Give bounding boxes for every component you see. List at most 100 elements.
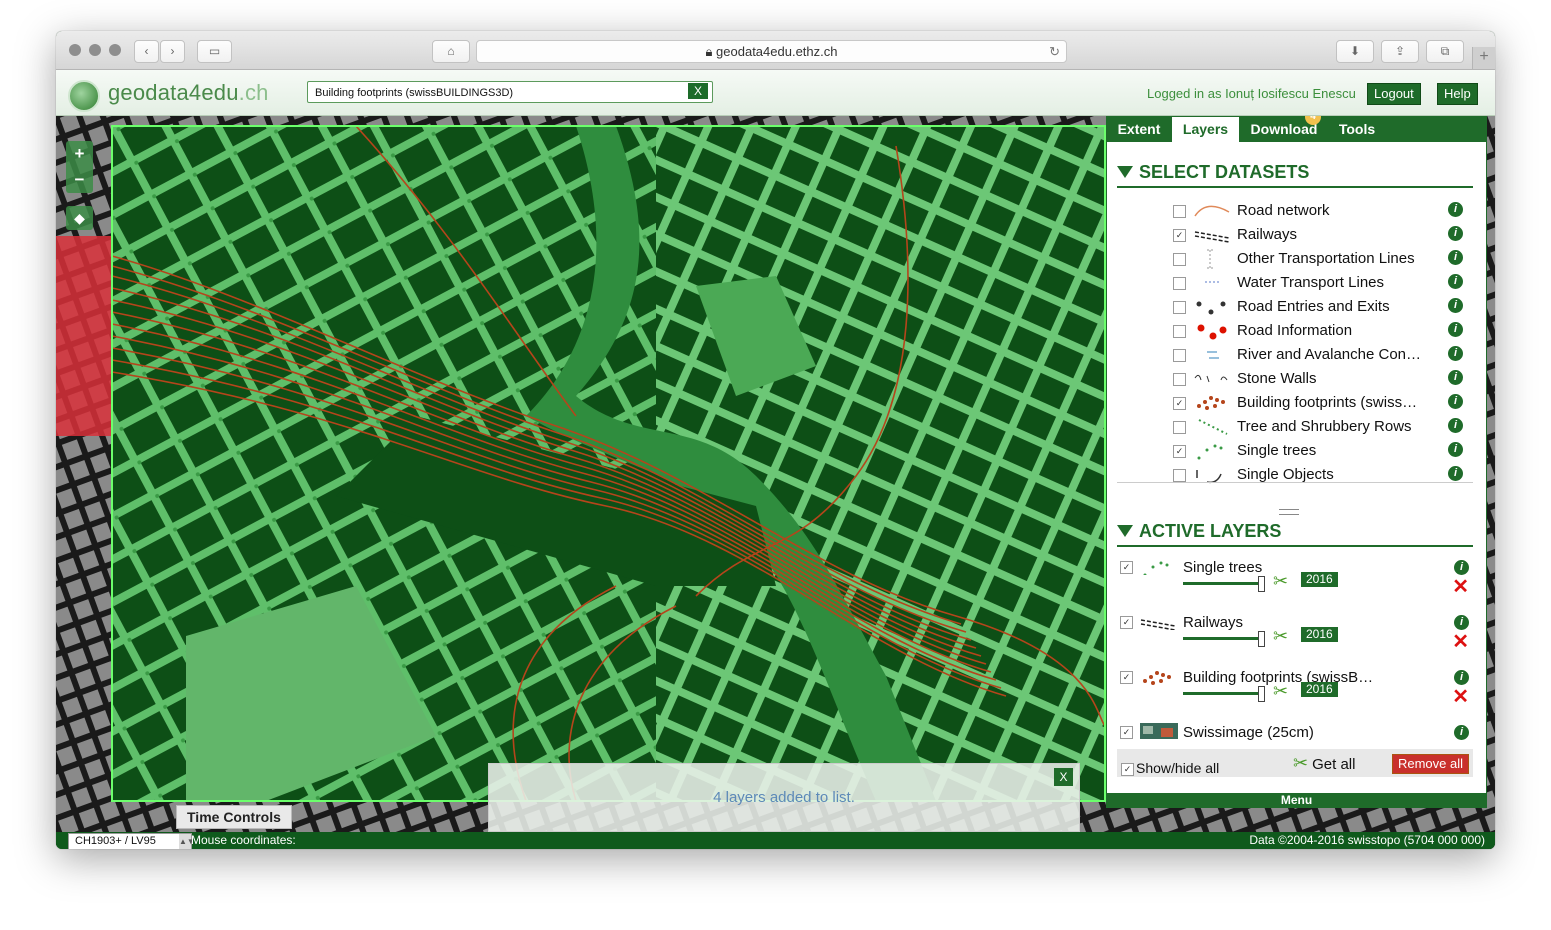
sidebar-button[interactable]: ▭ xyxy=(197,40,232,63)
slider-handle[interactable] xyxy=(1258,631,1265,647)
app-header: geodata4edu.ch X Logged in as Ionuț Iosi… xyxy=(56,70,1495,116)
info-icon[interactable]: i xyxy=(1448,370,1463,385)
dataset-checkbox[interactable] xyxy=(1173,373,1186,386)
zoom-in-button[interactable]: + xyxy=(66,141,93,167)
toast-close-button[interactable]: X xyxy=(1054,768,1073,786)
layer-year-badge[interactable]: 2016 xyxy=(1301,572,1338,587)
active-layers-header[interactable]: ACTIVE LAYERS xyxy=(1117,521,1473,547)
dataset-checkbox[interactable]: ✓ xyxy=(1173,229,1186,242)
dataset-row[interactable]: ✓ Building footprints (swiss… i xyxy=(1173,392,1463,414)
map-view[interactable]: + − ◆ Time Controls X 4 layers added to … xyxy=(56,116,1495,849)
dataset-checkbox[interactable] xyxy=(1173,253,1186,266)
opacity-slider[interactable] xyxy=(1183,686,1265,702)
dataset-checkbox[interactable] xyxy=(1173,325,1186,338)
scissors-icon[interactable]: ✂ xyxy=(1273,571,1288,592)
layer-visibility-checkbox[interactable]: ✓ xyxy=(1120,616,1133,629)
switzerland-map-icon: ◆ xyxy=(74,210,85,226)
info-icon[interactable]: i xyxy=(1448,202,1463,217)
dataset-row[interactable]: Tree and Shrubbery Rows i xyxy=(1173,416,1463,438)
remove-layer-icon[interactable]: ✕ xyxy=(1452,632,1469,652)
info-icon[interactable]: i xyxy=(1454,725,1469,740)
layer-visibility-checkbox[interactable]: ✓ xyxy=(1120,726,1133,739)
tab-extent[interactable]: Extent xyxy=(1107,117,1171,142)
new-tab-button[interactable]: + xyxy=(1472,47,1495,69)
minimize-window-icon[interactable] xyxy=(89,44,101,56)
scissors-icon[interactable]: ✂ xyxy=(1273,681,1288,702)
zoom-window-icon[interactable] xyxy=(109,44,121,56)
forward-button[interactable]: › xyxy=(160,40,185,63)
slider-handle[interactable] xyxy=(1258,576,1265,592)
slider-handle[interactable] xyxy=(1258,686,1265,702)
info-icon[interactable]: i xyxy=(1454,670,1469,685)
opacity-slider[interactable] xyxy=(1183,576,1265,592)
info-icon[interactable]: i xyxy=(1448,298,1463,313)
layer-year-badge[interactable]: 2016 xyxy=(1301,627,1338,642)
dataset-checkbox[interactable] xyxy=(1173,421,1186,434)
info-icon[interactable]: i xyxy=(1448,394,1463,409)
tabs-button[interactable]: ⧉ xyxy=(1426,40,1464,63)
remove-layer-icon[interactable]: ✕ xyxy=(1452,577,1469,597)
site-logo[interactable]: geodata4edu.ch xyxy=(108,80,269,106)
dataset-row[interactable]: River and Avalanche Con… i xyxy=(1173,344,1463,366)
dataset-row[interactable]: Water Transport Lines i xyxy=(1173,272,1463,294)
scissors-icon[interactable]: ✂ xyxy=(1273,626,1288,647)
dataset-row[interactable]: Other Transportation Lines i xyxy=(1173,248,1463,270)
dataset-checkbox[interactable] xyxy=(1173,205,1186,218)
panel-menu-toggle[interactable]: Menu xyxy=(1106,793,1487,808)
triangle-down-icon xyxy=(1117,525,1133,537)
opacity-slider[interactable] xyxy=(1183,631,1265,647)
dataset-row[interactable]: ✓ Single trees i xyxy=(1173,440,1463,462)
layer-visibility-checkbox[interactable]: ✓ xyxy=(1120,671,1133,684)
dataset-row[interactable]: ✓ Railways i xyxy=(1173,224,1463,246)
downloads-button[interactable]: ⬇ xyxy=(1336,40,1374,63)
home-button[interactable]: ⌂ xyxy=(432,40,470,63)
get-all-button[interactable]: ✂ Get all xyxy=(1293,753,1355,774)
copyright-text: Data ©2004-2016 swisstopo (5704 000 000) xyxy=(1249,833,1485,847)
logout-button[interactable]: Logout xyxy=(1367,83,1421,105)
info-icon[interactable]: i xyxy=(1448,226,1463,241)
show-hide-all-toggle[interactable]: ✓ Show/hide all xyxy=(1121,760,1219,776)
zoom-out-button[interactable]: − xyxy=(66,167,93,193)
info-icon[interactable]: i xyxy=(1448,322,1463,337)
address-bar[interactable]: 🔒︎ geodata4edu.ethz.ch ↻ xyxy=(476,40,1067,63)
dataset-checkbox[interactable]: ✓ xyxy=(1173,397,1186,410)
info-icon[interactable]: i xyxy=(1448,274,1463,289)
dataset-checkbox[interactable] xyxy=(1173,277,1186,290)
info-icon[interactable]: i xyxy=(1448,250,1463,265)
info-icon[interactable]: i xyxy=(1448,466,1463,481)
share-button[interactable]: ⇪ xyxy=(1381,40,1419,63)
resize-grip-icon[interactable] xyxy=(1279,509,1299,515)
info-icon[interactable]: i xyxy=(1448,346,1463,361)
info-icon[interactable]: i xyxy=(1454,560,1469,575)
dataset-row[interactable]: Stone Walls i xyxy=(1173,368,1463,390)
dataset-checkbox[interactable]: ✓ xyxy=(1173,445,1186,458)
back-button[interactable]: ‹ xyxy=(134,40,159,63)
info-icon[interactable]: i xyxy=(1448,442,1463,457)
crs-select[interactable]: CH1903+ / LV95 ▲▼ xyxy=(68,833,195,849)
search-input[interactable] xyxy=(313,86,677,100)
dataset-checkbox[interactable] xyxy=(1173,301,1186,314)
zoom-to-switzerland-button[interactable]: ◆ xyxy=(66,206,93,230)
select-datasets-header[interactable]: SELECT DATASETS xyxy=(1117,162,1473,188)
info-icon[interactable]: i xyxy=(1454,615,1469,630)
close-window-icon[interactable] xyxy=(69,44,81,56)
remove-all-button[interactable]: Remove all xyxy=(1391,754,1469,774)
show-hide-all-checkbox[interactable]: ✓ xyxy=(1121,762,1134,776)
dataset-checkbox[interactable] xyxy=(1173,349,1186,362)
layer-visibility-checkbox[interactable]: ✓ xyxy=(1120,561,1133,574)
dataset-checkbox[interactable] xyxy=(1173,469,1186,482)
dataset-row[interactable]: Road Information i xyxy=(1173,320,1463,342)
reload-icon[interactable]: ↻ xyxy=(1049,41,1060,62)
dataset-row[interactable]: Road network i xyxy=(1173,200,1463,222)
info-icon[interactable]: i xyxy=(1448,418,1463,433)
active-layer-row: ✓ Single trees i ✂ 2016 ✕ xyxy=(1117,557,1473,612)
search-clear-button[interactable]: X xyxy=(688,83,708,99)
remove-layer-icon[interactable]: ✕ xyxy=(1452,687,1469,707)
tab-layers[interactable]: Layers xyxy=(1171,117,1240,142)
help-button[interactable]: Help xyxy=(1437,83,1478,105)
dataset-row[interactable]: Road Entries and Exits i xyxy=(1173,296,1463,318)
select-datasets-title: SELECT DATASETS xyxy=(1139,162,1310,182)
tab-tools[interactable]: Tools xyxy=(1328,117,1386,142)
layer-year-badge[interactable]: 2016 xyxy=(1301,682,1338,697)
time-controls-button[interactable]: Time Controls xyxy=(176,805,292,829)
